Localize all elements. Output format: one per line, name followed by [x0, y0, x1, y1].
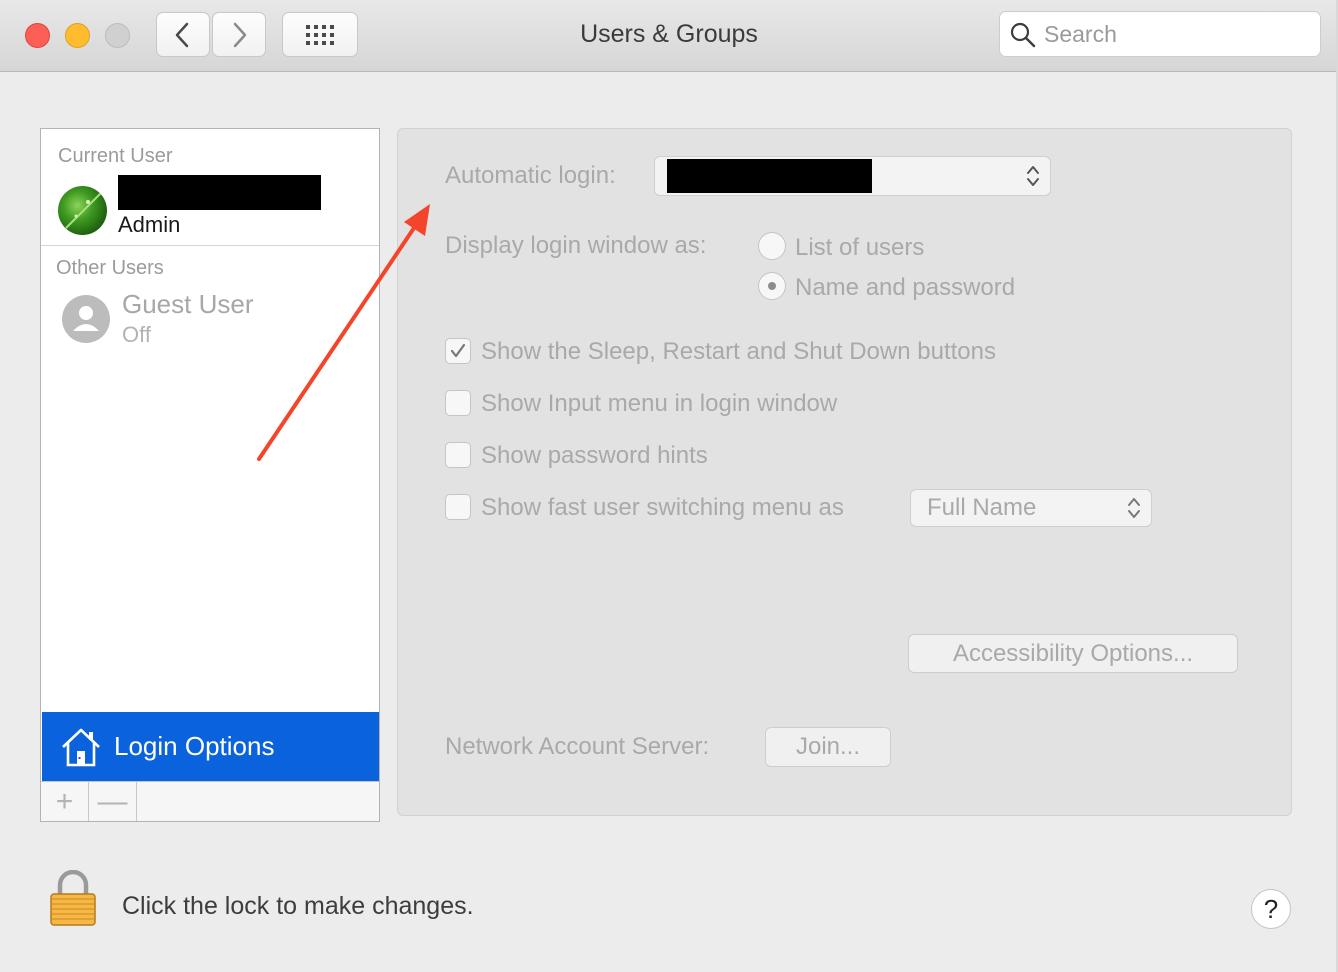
radio-name-and-password-label: Name and password — [795, 274, 1016, 301]
login-options-label: Login Options — [114, 731, 275, 761]
join-button[interactable]: Join... — [765, 727, 891, 767]
current-user-role: Admin — [118, 212, 181, 237]
search-icon — [1010, 22, 1036, 48]
search-field[interactable] — [999, 11, 1321, 57]
other-users-header: Other Users — [56, 257, 164, 279]
search-input[interactable] — [1044, 18, 1304, 50]
current-user-item[interactable]: Current User Admin — [41, 129, 379, 246]
house-icon — [62, 728, 100, 766]
automatic-login-popup[interactable] — [654, 156, 1051, 196]
help-button[interactable]: ? — [1251, 889, 1291, 929]
list-action-bar: + — — [41, 781, 379, 821]
checkbox-show-input-menu-label: Show Input menu in login window — [481, 390, 838, 417]
lock-message: Click the lock to make changes. — [122, 892, 474, 920]
radio-list-of-users-label: List of users — [795, 234, 925, 261]
fast-switching-popup[interactable]: Full Name — [910, 489, 1152, 527]
redacted-login-user — [667, 159, 872, 193]
network-account-server-label: Network Account Server: — [445, 733, 710, 760]
guest-user-name: Guest User — [122, 289, 254, 319]
checkbox-fast-user-switching-label: Show fast user switching menu as — [481, 494, 844, 521]
users-groups-window: Users & Groups Current User Admin Other … — [0, 0, 1338, 972]
leaf-icon — [65, 191, 103, 229]
users-list: Current User Admin Other Users Guest Use… — [40, 128, 380, 822]
display-login-label: Display login window as: — [445, 232, 707, 259]
avatar — [58, 186, 107, 235]
fast-switching-value: Full Name — [927, 494, 1037, 521]
remove-user-button[interactable]: — — [89, 782, 137, 821]
radio-list-of-users[interactable] — [758, 232, 786, 260]
login-options-item[interactable]: Login Options — [42, 712, 379, 781]
checkmark-icon — [450, 343, 466, 358]
checkbox-show-sleep-restart[interactable] — [445, 338, 471, 364]
radio-name-and-password[interactable] — [758, 272, 786, 300]
checkbox-show-sleep-restart-label: Show the Sleep, Restart and Shut Down bu… — [481, 338, 996, 365]
checkbox-show-input-menu[interactable] — [445, 390, 471, 416]
redacted-username — [118, 175, 321, 210]
checkbox-fast-user-switching[interactable] — [445, 494, 471, 520]
automatic-login-label: Automatic login: — [445, 162, 616, 189]
checkbox-show-password-hints[interactable] — [445, 442, 471, 468]
updown-chevron-icon — [1128, 498, 1140, 518]
checkbox-show-password-hints-label: Show password hints — [481, 442, 708, 469]
guest-user-status: Off — [122, 322, 151, 347]
person-icon — [73, 306, 99, 331]
current-user-header: Current User — [58, 145, 173, 167]
lock-icon[interactable] — [48, 870, 98, 926]
add-user-button[interactable]: + — [41, 782, 89, 821]
updown-chevron-icon — [1027, 166, 1039, 186]
guest-avatar — [62, 295, 110, 343]
title-bar: Users & Groups — [0, 0, 1338, 72]
accessibility-options-button[interactable]: Accessibility Options... — [908, 634, 1238, 673]
login-options-panel: Automatic login: Display login window as… — [397, 128, 1292, 816]
